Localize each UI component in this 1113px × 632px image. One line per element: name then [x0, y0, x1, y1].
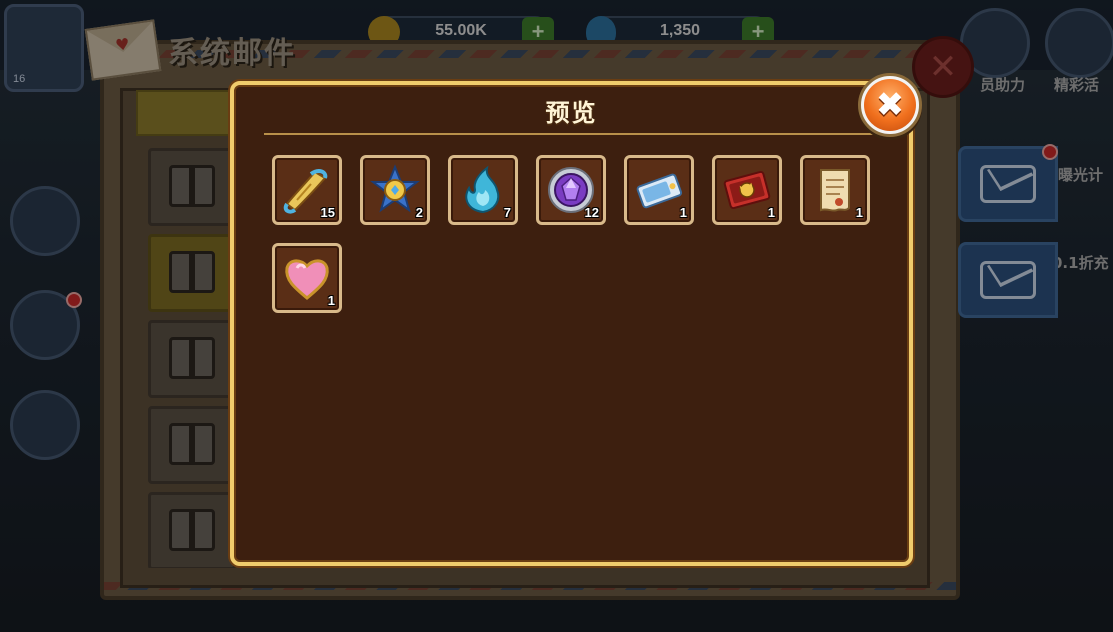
- preview-modal: 预览 15 2 7 12 1 1 1 1: [230, 81, 913, 566]
- item-count: 7: [503, 205, 511, 220]
- ticket-icon: [636, 173, 683, 209]
- item-count: 2: [415, 205, 423, 220]
- parchment-scroll-icon: [820, 169, 850, 212]
- modal-divider: [264, 133, 880, 135]
- reward-item[interactable]: 15: [272, 155, 342, 225]
- pink-heart-icon: [285, 259, 329, 300]
- item-count: 12: [584, 205, 599, 220]
- item-count: 1: [855, 205, 863, 220]
- close-button[interactable]: ✖: [858, 73, 922, 137]
- blue-flame-icon: [465, 165, 500, 214]
- item-count: 1: [767, 205, 775, 220]
- modal-title: 预览: [545, 99, 598, 127]
- reward-item[interactable]: 1: [712, 155, 782, 225]
- item-count: 15: [320, 205, 335, 220]
- reward-item[interactable]: 7: [448, 155, 518, 225]
- reward-item[interactable]: 1: [800, 155, 870, 225]
- red-card-icon: [723, 170, 771, 210]
- star-medal-icon: [370, 164, 420, 213]
- item-count: 1: [327, 293, 335, 308]
- reward-item[interactable]: 2: [360, 155, 430, 225]
- reward-item[interactable]: 1: [272, 243, 342, 313]
- reward-item[interactable]: 12: [536, 155, 606, 225]
- item-count: 1: [679, 205, 687, 220]
- close-x-icon: ✖: [864, 79, 916, 131]
- reward-item[interactable]: 1: [624, 155, 694, 225]
